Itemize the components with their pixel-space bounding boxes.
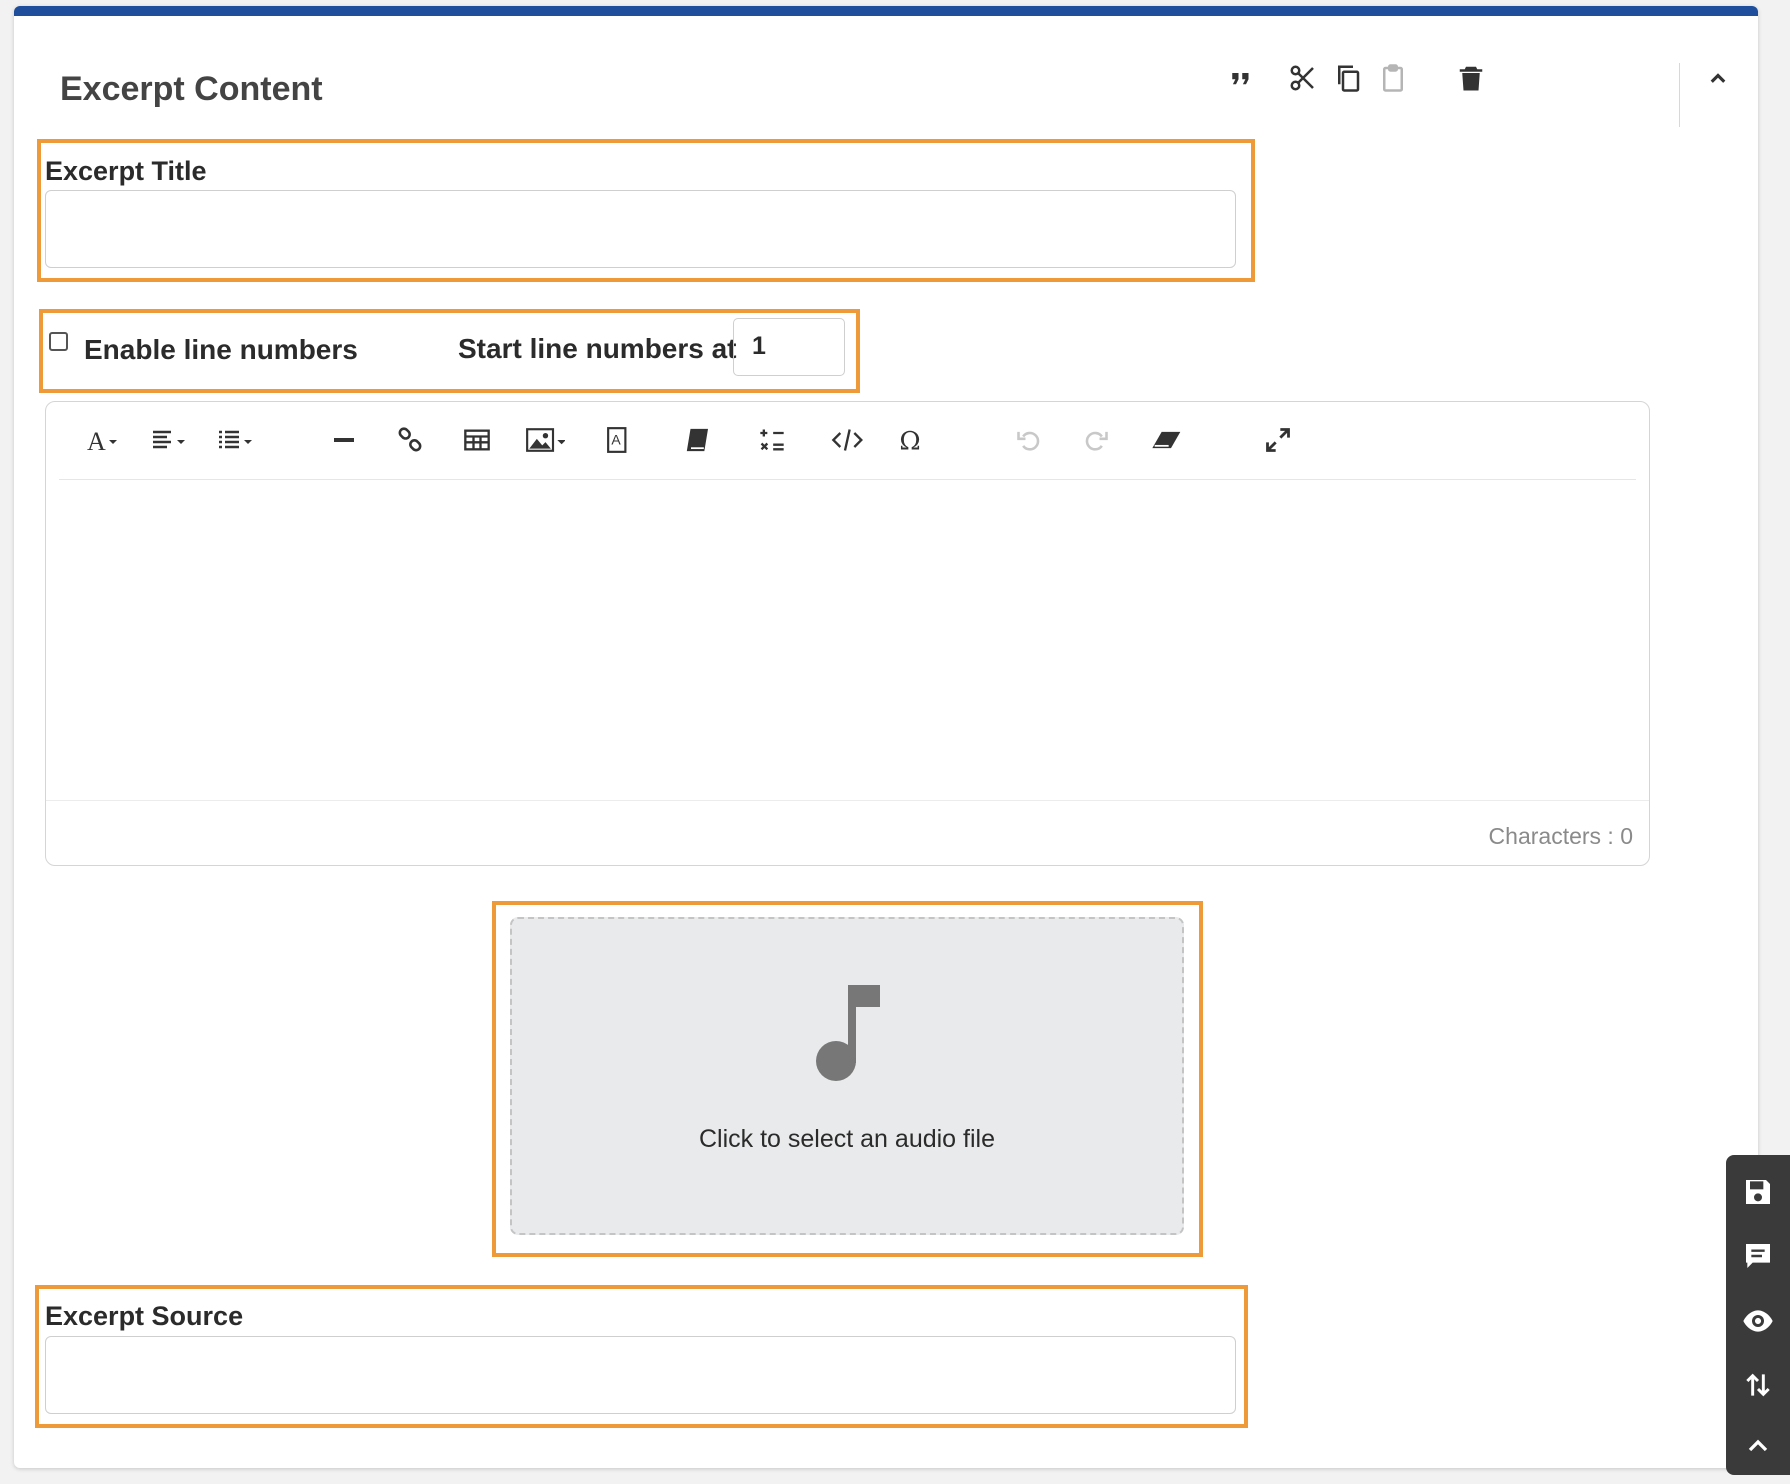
floating-side-toolbar xyxy=(1726,1155,1790,1475)
image-icon[interactable] xyxy=(519,420,571,460)
list-icon[interactable] xyxy=(210,420,260,460)
math-icon[interactable] xyxy=(754,420,790,460)
rich-text-editor: A A Ω Characters: 0 xyxy=(45,401,1650,866)
code-icon[interactable] xyxy=(827,420,867,460)
editor-footer: Characters : 0 xyxy=(46,800,1649,866)
font-icon[interactable]: A xyxy=(78,420,126,460)
toolbar-divider xyxy=(59,479,1636,480)
cut-icon[interactable] xyxy=(1283,58,1323,98)
enable-line-numbers-checkbox[interactable] xyxy=(49,332,68,351)
fullscreen-icon[interactable] xyxy=(1260,420,1296,460)
save-icon[interactable] xyxy=(1726,1163,1790,1221)
svg-text:A: A xyxy=(612,431,622,447)
eye-icon[interactable] xyxy=(1726,1292,1790,1350)
copy-icon[interactable] xyxy=(1328,58,1368,98)
omega-icon[interactable]: Ω xyxy=(893,420,929,460)
scroll-top-chevron-icon[interactable] xyxy=(1726,1417,1790,1475)
svg-text:Ω: Ω xyxy=(899,426,920,454)
svg-text:A: A xyxy=(87,427,106,454)
character-count: Characters : 0 xyxy=(1488,823,1633,849)
music-note-icon xyxy=(816,985,880,1081)
panel-title: Excerpt Content xyxy=(60,70,323,108)
text-box-icon[interactable]: A xyxy=(601,420,633,460)
audio-file-dropzone[interactable]: Click to select an audio file xyxy=(510,917,1184,1235)
horizontal-line-icon[interactable] xyxy=(326,420,362,460)
align-icon[interactable] xyxy=(144,420,194,460)
enable-line-numbers-label: Enable line numbers xyxy=(84,334,358,365)
excerpt-title-input[interactable] xyxy=(45,190,1236,268)
excerpt-content-panel: Excerpt Content Excerpt Title Enable lin… xyxy=(14,6,1758,1468)
excerpt-source-label: Excerpt Source xyxy=(45,1301,244,1331)
book-icon[interactable] xyxy=(680,420,716,460)
trash-icon[interactable] xyxy=(1451,58,1491,98)
quote-icon[interactable] xyxy=(1221,58,1261,98)
undo-icon[interactable] xyxy=(1011,420,1047,460)
header-divider xyxy=(1679,63,1680,127)
excerpt-source-input[interactable] xyxy=(45,1336,1236,1414)
start-line-numbers-input[interactable]: 1 xyxy=(733,318,845,376)
link-icon[interactable] xyxy=(392,420,428,460)
eraser-icon[interactable] xyxy=(1146,420,1186,460)
reorder-icon[interactable] xyxy=(1726,1356,1790,1414)
redo-icon[interactable] xyxy=(1078,420,1114,460)
editor-content-area[interactable] xyxy=(46,481,1649,793)
paste-icon[interactable] xyxy=(1373,58,1413,98)
comment-icon[interactable] xyxy=(1726,1227,1790,1285)
editor-toolbar: A A Ω xyxy=(46,402,1649,480)
start-line-numbers-label: Start line numbers at xyxy=(458,333,737,364)
table-icon[interactable] xyxy=(459,420,495,460)
collapse-chevron-icon[interactable] xyxy=(1698,58,1738,98)
excerpt-title-label: Excerpt Title xyxy=(45,156,207,186)
audio-select-prompt: Click to select an audio file xyxy=(699,1125,995,1153)
